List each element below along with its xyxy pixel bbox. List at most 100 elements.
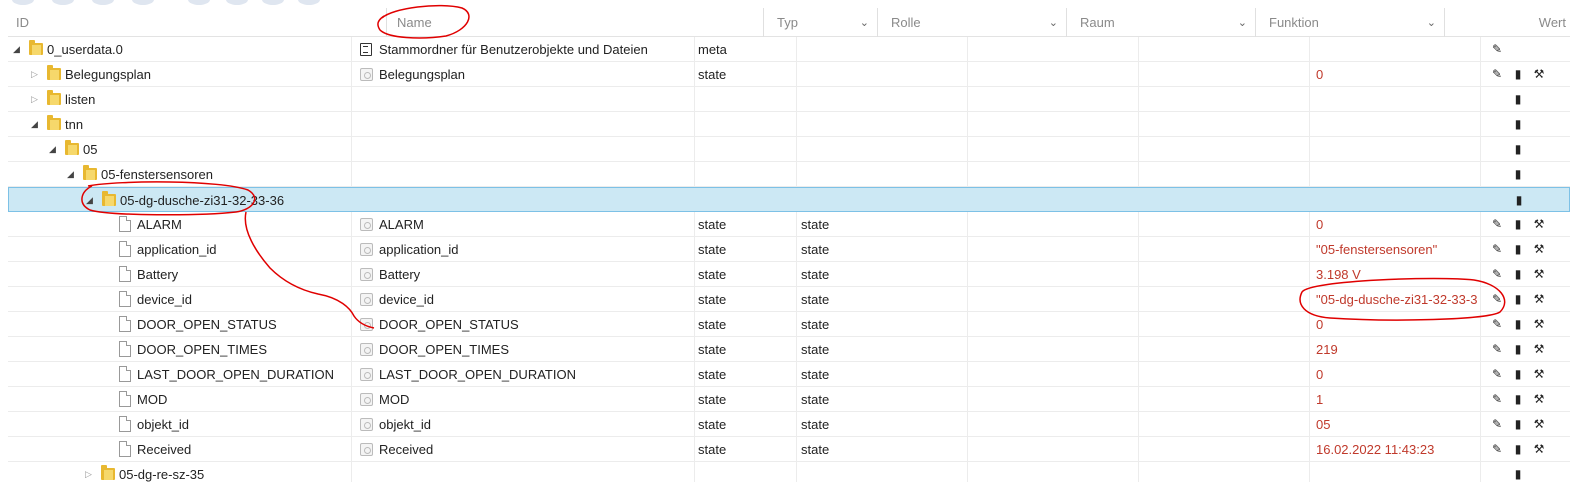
edit-pencil-icon[interactable]: ✎ [1489, 287, 1505, 312]
tree-row[interactable]: ▷ Belegungsplan Belegungsplan state 0 ✎ ▮ ⚒ [8, 62, 1570, 87]
delete-trash-icon[interactable]: ▮ [1510, 262, 1526, 287]
edit-pencil-icon[interactable]: ✎ [1489, 262, 1505, 287]
edit-pencil-icon[interactable]: ✎ [1489, 212, 1505, 237]
wrench-icon[interactable]: ⚒ [1531, 237, 1547, 262]
row-value[interactable]: 0 [1316, 212, 1480, 237]
delete-trash-icon[interactable]: ▮ [1510, 162, 1526, 187]
tree-row[interactable]: application_id application_id state state "0… [8, 237, 1570, 262]
wrench-icon[interactable]: ⚒ [1531, 262, 1547, 287]
row-value[interactable] [1316, 87, 1480, 112]
wrench-icon[interactable]: ⚒ [1531, 387, 1547, 412]
tree-row[interactable]: ◢ tnn ▮ [8, 112, 1570, 137]
tree-row[interactable]: ◢ 05 ▮ [8, 137, 1570, 162]
tree-row[interactable]: MOD MOD state state 1 ✎ ▮ ⚒ [8, 387, 1570, 412]
wrench-icon[interactable]: ⚒ [1531, 362, 1547, 387]
row-value[interactable]: 219 [1316, 337, 1480, 362]
wrench-icon[interactable]: ⚒ [1531, 437, 1547, 462]
toolbar-button-partial[interactable] [188, 0, 210, 5]
column-header-name[interactable]: Name [387, 8, 764, 37]
collapse-triangle-icon[interactable]: ◢ [13, 37, 20, 62]
tree-row[interactable]: Received Received state state 16.02.2022 11:… [8, 437, 1570, 462]
toolbar-button-partial[interactable] [262, 0, 284, 5]
row-value[interactable]: 0 [1316, 362, 1480, 387]
delete-trash-icon[interactable]: ▮ [1510, 62, 1526, 87]
tree-row-selected[interactable]: ◢ 05-dg-dusche-zi31-32-33-36 ▮ [8, 187, 1570, 212]
row-value[interactable] [1316, 162, 1480, 187]
toolbar-button-partial[interactable] [12, 0, 34, 5]
tree-row[interactable]: ALARM ALARM state state 0 ✎ ▮ ⚒ [8, 212, 1570, 237]
tree-row[interactable]: Battery Battery state state 3.198 V ✎ ▮ ⚒ [8, 262, 1570, 287]
tree-row[interactable]: objekt_id objekt_id state state 05 ✎ ▮ ⚒ [8, 412, 1570, 437]
edit-pencil-icon[interactable]: ✎ [1489, 362, 1505, 387]
column-header-id[interactable]: ID [8, 8, 387, 37]
row-value[interactable] [1316, 37, 1480, 62]
edit-pencil-icon[interactable]: ✎ [1489, 337, 1505, 362]
edit-pencil-icon[interactable]: ✎ [1489, 37, 1505, 62]
row-value[interactable]: 16.02.2022 11:43:23 [1316, 437, 1480, 462]
collapse-triangle-icon[interactable]: ◢ [67, 162, 74, 187]
row-value[interactable]: 0 [1316, 312, 1480, 337]
delete-trash-icon[interactable]: ▮ [1510, 112, 1526, 137]
delete-trash-icon[interactable]: ▮ [1510, 87, 1526, 112]
delete-trash-icon[interactable]: ▮ [1510, 287, 1526, 312]
column-divider [1480, 237, 1481, 262]
wrench-icon[interactable]: ⚒ [1531, 212, 1547, 237]
tree-row[interactable]: DOOR_OPEN_STATUS DOOR_OPEN_STATUS state sta… [8, 312, 1570, 337]
collapse-triangle-icon[interactable]: ◢ [86, 188, 93, 213]
wrench-icon[interactable]: ⚒ [1531, 312, 1547, 337]
delete-trash-icon[interactable]: ▮ [1510, 462, 1526, 482]
row-value[interactable] [1316, 462, 1480, 482]
tree-row[interactable]: DOOR_OPEN_TIMES DOOR_OPEN_TIMES state state… [8, 337, 1570, 362]
collapse-triangle-icon[interactable]: ◢ [31, 112, 38, 137]
toolbar-button-partial[interactable] [132, 0, 154, 5]
wrench-icon[interactable]: ⚒ [1531, 62, 1547, 87]
toolbar-button-partial[interactable] [226, 0, 248, 5]
delete-trash-icon[interactable]: ▮ [1510, 212, 1526, 237]
delete-trash-icon[interactable]: ▮ [1510, 387, 1526, 412]
tree-row[interactable]: ▷ listen ▮ [8, 87, 1570, 112]
row-value[interactable] [1316, 137, 1480, 162]
wrench-icon[interactable]: ⚒ [1531, 412, 1547, 437]
column-filter-raum[interactable]: Raum ⌄ [1067, 8, 1256, 37]
wrench-icon[interactable]: ⚒ [1531, 287, 1547, 312]
delete-trash-icon[interactable]: ▮ [1511, 188, 1527, 213]
column-header-wert[interactable]: Wert [1445, 8, 1570, 37]
expand-triangle-icon[interactable]: ▷ [85, 462, 92, 482]
row-value[interactable]: 05 [1316, 412, 1480, 437]
row-value[interactable]: 1 [1316, 387, 1480, 412]
delete-trash-icon[interactable]: ▮ [1510, 237, 1526, 262]
delete-trash-icon[interactable]: ▮ [1510, 312, 1526, 337]
toolbar-button-partial[interactable] [52, 0, 74, 5]
row-value[interactable] [1317, 188, 1481, 213]
tree-row[interactable]: LAST_DOOR_OPEN_DURATION LAST_DOOR_OPEN_DU… [8, 362, 1570, 387]
toolbar-button-partial[interactable] [92, 0, 114, 5]
edit-pencil-icon[interactable]: ✎ [1489, 62, 1505, 87]
delete-trash-icon[interactable]: ▮ [1510, 412, 1526, 437]
collapse-triangle-icon[interactable]: ◢ [49, 137, 56, 162]
tree-row[interactable]: ◢ 05-fenstersensoren ▮ [8, 162, 1570, 187]
row-value[interactable]: 0 [1316, 62, 1480, 87]
row-value[interactable]: 3.198 V [1316, 262, 1480, 287]
tree-row[interactable]: ▷ 05-dg-re-sz-35 ▮ [8, 462, 1570, 482]
edit-pencil-icon[interactable]: ✎ [1489, 437, 1505, 462]
tree-row[interactable]: ◢ 0_userdata.0 Stammordner für Benutzerobj… [8, 37, 1570, 62]
row-value[interactable] [1316, 112, 1480, 137]
row-value[interactable]: "05-dg-dusche-zi31-32-33-3 [1316, 287, 1480, 312]
column-filter-funktion[interactable]: Funktion ⌄ [1256, 8, 1445, 37]
edit-pencil-icon[interactable]: ✎ [1489, 312, 1505, 337]
row-value[interactable]: "05-fenstersensoren" [1316, 237, 1480, 262]
delete-trash-icon[interactable]: ▮ [1510, 337, 1526, 362]
edit-pencil-icon[interactable]: ✎ [1489, 412, 1505, 437]
delete-trash-icon[interactable]: ▮ [1510, 137, 1526, 162]
expand-triangle-icon[interactable]: ▷ [31, 62, 38, 87]
column-filter-typ[interactable]: Typ ⌄ [764, 8, 878, 37]
column-filter-rolle[interactable]: Rolle ⌄ [878, 8, 1067, 37]
delete-trash-icon[interactable]: ▮ [1510, 362, 1526, 387]
expand-triangle-icon[interactable]: ▷ [31, 87, 38, 112]
toolbar-button-partial[interactable] [298, 0, 320, 5]
wrench-icon[interactable]: ⚒ [1531, 337, 1547, 362]
edit-pencil-icon[interactable]: ✎ [1489, 387, 1505, 412]
edit-pencil-icon[interactable]: ✎ [1489, 237, 1505, 262]
delete-trash-icon[interactable]: ▮ [1510, 437, 1526, 462]
tree-row[interactable]: device_id device_id state state "05-dg-dusch… [8, 287, 1570, 312]
